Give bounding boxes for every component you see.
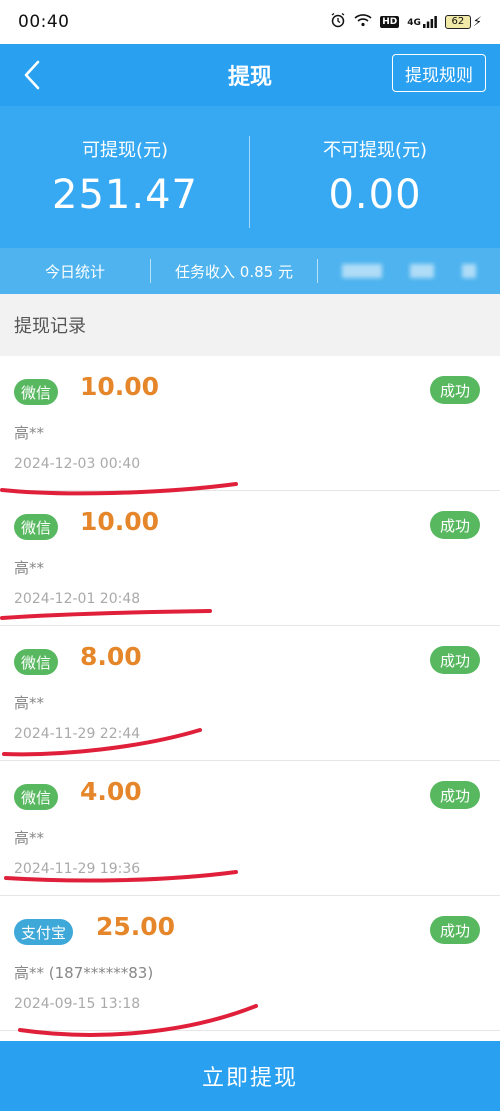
status-bar: 00:40 HD 4G 62 ⚡ (0, 0, 500, 44)
signal-icon: 4G (407, 16, 437, 28)
record-amount: 4.00 (80, 777, 142, 806)
summary-divider (249, 136, 250, 228)
blurred-content (342, 264, 476, 278)
non-withdrawable-panel: 不可提现(元) 0.00 (250, 106, 500, 248)
record-amount: 25.00 (96, 912, 176, 941)
balance-summary: 可提现(元) 251.47 不可提现(元) 0.00 (0, 106, 500, 248)
status-time: 00:40 (18, 12, 70, 32)
withdraw-now-button[interactable]: 立即提现 (0, 1041, 500, 1111)
wifi-icon (354, 13, 372, 31)
record-date: 2024-12-01 20:48 (14, 591, 141, 607)
withdraw-records-list: 微信 10.00 成功 高** 2024-12-03 00:40 微信 10.0… (0, 356, 500, 1041)
payment-method-badge: 微信 (14, 514, 59, 540)
redacted-stat (318, 264, 500, 278)
hd-icon: HD (380, 16, 400, 28)
today-stats-label: 今日统计 (44, 262, 105, 281)
withdrawable-amount: 251.47 (52, 172, 198, 218)
nav-bar: 提现 提现规则 (0, 44, 500, 106)
status-badge: 成功 (429, 646, 480, 674)
record-date: 2024-09-15 13:18 (14, 996, 141, 1012)
payment-method-badge: 微信 (14, 649, 59, 675)
network-type: 4G (407, 18, 421, 28)
payment-method-badge: 支付宝 (14, 919, 74, 945)
withdraw-rules-button[interactable]: 提现规则 (392, 54, 486, 92)
task-income: 任务收入 0.85 元 (175, 262, 293, 281)
battery-indicator: 62 ⚡ (444, 14, 482, 30)
status-badge: 成功 (429, 511, 480, 539)
list-item[interactable]: 微信 8.00 成功 高** 2024-11-29 22:44 (0, 626, 500, 761)
record-amount: 8.00 (80, 642, 142, 671)
record-date: 2024-11-29 22:44 (14, 726, 141, 742)
record-account-name: 高** (187******83) (14, 964, 154, 982)
list-item[interactable]: 微信 10.00 成功 高** 2024-12-03 00:40 (0, 356, 500, 491)
chevron-left-icon (24, 60, 40, 90)
back-button[interactable] (18, 56, 48, 94)
payment-method-badge: 微信 (14, 379, 59, 405)
non-withdrawable-label: 不可提现(元) (322, 140, 428, 161)
record-account-name: 高** (14, 559, 45, 577)
record-account-name: 高** (14, 424, 45, 442)
record-date: 2024-12-03 00:40 (14, 456, 141, 472)
alarm-icon (330, 12, 346, 32)
withdrawable-panel: 可提现(元) 251.47 (0, 106, 250, 248)
today-stats-bar: 今日统计 任务收入 0.85 元 (0, 248, 500, 294)
payment-method-badge: 微信 (14, 784, 59, 810)
list-item[interactable]: 微信 10.00 成功 高** 2024-12-01 20:48 (0, 491, 500, 626)
list-item[interactable]: 微信 4.00 成功 高** 2024-11-29 19:36 (0, 761, 500, 896)
battery-level: 62 (444, 15, 471, 29)
record-amount: 10.00 (80, 507, 160, 536)
withdraw-records-title: 提现记录 (0, 294, 500, 356)
status-badge: 成功 (429, 781, 480, 809)
status-icons: HD 4G 62 ⚡ (330, 12, 482, 32)
record-account-name: 高** (14, 829, 45, 847)
charging-icon: ⚡ (472, 14, 482, 30)
status-badge: 成功 (429, 916, 480, 944)
record-amount: 10.00 (80, 372, 160, 401)
non-withdrawable-amount: 0.00 (328, 172, 422, 218)
record-date: 2024-11-29 19:36 (14, 861, 141, 877)
record-account-name: 高** (14, 694, 45, 712)
list-item[interactable]: 支付宝 25.00 成功 高** (187******83) 2024-09-1… (0, 896, 500, 1031)
status-badge: 成功 (429, 376, 480, 404)
withdrawable-label: 可提现(元) (81, 140, 169, 161)
